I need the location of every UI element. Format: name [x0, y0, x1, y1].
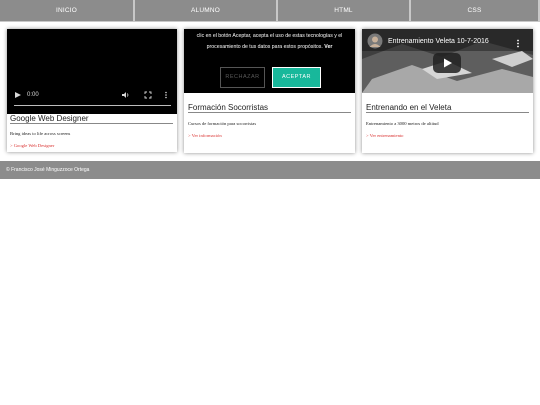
video-title[interactable]: Entrenamiento Veleta 10-7-2016: [388, 38, 489, 45]
video-time: 0:00: [27, 92, 39, 98]
accept-button[interactable]: ACEPTAR: [272, 67, 321, 88]
play-icon[interactable]: [14, 91, 22, 99]
nav-inicio[interactable]: INICIO: [0, 0, 133, 21]
volume-icon[interactable]: [121, 91, 130, 99]
card-text: Cursos de formación para socorristas: [188, 121, 257, 126]
more-options-icon[interactable]: [164, 91, 168, 99]
nav-css[interactable]: CSS: [411, 0, 538, 21]
cookie-consent-banner: clic en el botón Aceptar, acepta el uso …: [184, 29, 355, 93]
card-title: Google Web Designer: [10, 114, 173, 124]
video-progress-bar[interactable]: [14, 105, 171, 106]
footer: © Francisco José Minguzzoce Ortega: [0, 161, 540, 179]
card-entrenando-veleta: Entrenamiento Veleta 10-7-2016 Entrenand…: [362, 29, 533, 153]
card-title: Formación Socorristas: [188, 103, 351, 113]
card-link[interactable]: > Ver información: [188, 133, 222, 138]
video-player[interactable]: 0:00: [7, 29, 177, 114]
nav-html[interactable]: HTML: [278, 0, 409, 21]
nav-alumno[interactable]: ALUMNO: [135, 0, 276, 21]
card-text: Bring ideas to life across screens: [10, 131, 71, 136]
card-text: Entrenamiento a 3000 metros de altitud: [366, 121, 439, 126]
channel-avatar[interactable]: [367, 33, 383, 49]
more-options-icon[interactable]: [516, 39, 520, 48]
cookie-consent-text: clic en el botón Aceptar, acepta el uso …: [196, 33, 343, 50]
footer-copyright: © Francisco José Minguzzoce Ortega: [6, 167, 90, 173]
youtube-play-icon[interactable]: [433, 53, 461, 73]
top-navigation: INICIO ALUMNO HTML CSS: [0, 0, 540, 22]
card-title: Entrenando en el Veleta: [366, 103, 529, 113]
fullscreen-icon[interactable]: [144, 91, 152, 99]
card-link[interactable]: > Ver entrenamiento: [366, 133, 403, 138]
card-google-web-designer: 0:00 Google Web Designer Bring ideas to …: [7, 29, 177, 152]
youtube-embed[interactable]: Entrenamiento Veleta 10-7-2016: [362, 29, 533, 93]
cookie-more-link[interactable]: Ver: [324, 44, 332, 50]
card-link[interactable]: > Google Web Designer: [10, 143, 54, 148]
reject-button[interactable]: RECHAZAR: [220, 67, 265, 88]
